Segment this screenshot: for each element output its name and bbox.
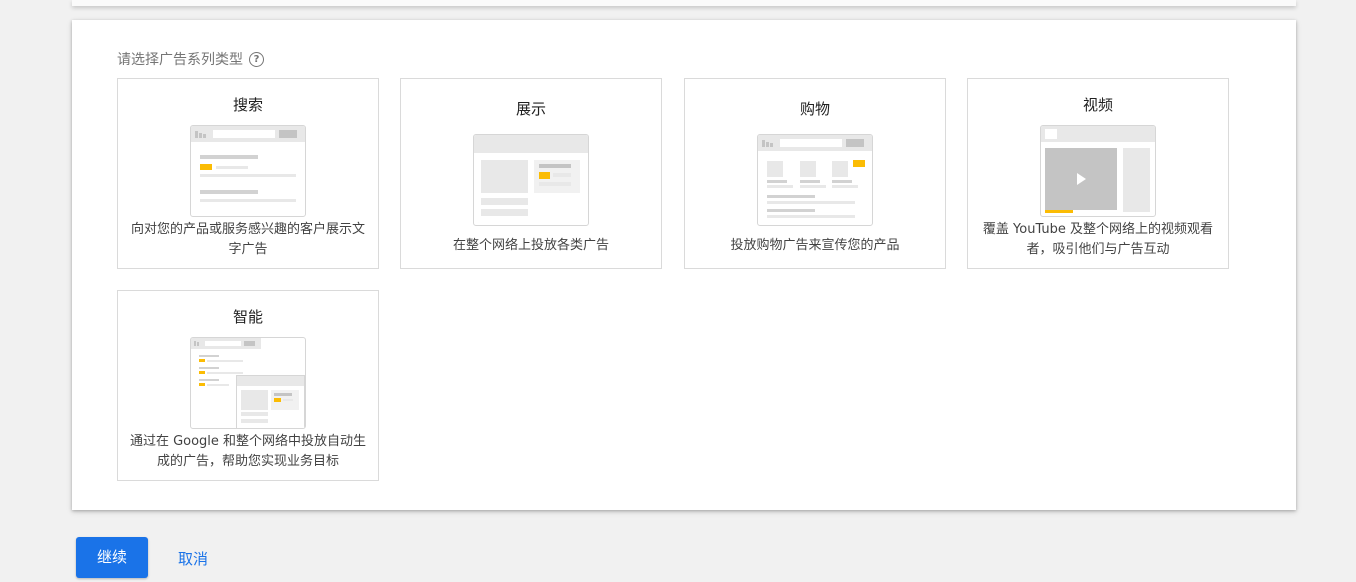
campaign-type-video[interactable]: 视频 覆盖 YouTube 及整个网络上的视频观看者，吸引他们与广告互动 [967,78,1229,269]
shopping-illustration-icon [757,134,873,226]
tile-title-display: 展示 [515,100,546,118]
tile-desc-search: 向对您的产品或服务感兴趣的客户展示文字广告 [130,222,365,257]
campaign-type-display[interactable]: 展示 在整个网络上投放各类广告 [400,78,662,269]
smart-illustration-icon [190,337,306,429]
tile-title-smart: 智能 [232,308,263,326]
previous-card-edge [72,0,1296,6]
cancel-button[interactable]: 取消 [164,537,222,578]
tile-desc-video: 覆盖 YouTube 及整个网络上的视频观看者，吸引他们与广告互动 [982,222,1214,257]
tile-desc-display: 在整个网络上投放各类广告 [452,238,609,253]
campaign-type-shopping[interactable]: 购物 投放购物广告来宣传您的产品 [684,78,946,269]
campaign-type-smart[interactable]: 智能 通过在 Google 和整个网络中投放自动生成的广告，帮助您实现业务目标 [117,290,379,481]
section-label-text: 请选择广告系列类型 [117,52,243,68]
tile-title-search: 搜索 [232,96,263,114]
campaign-type-search[interactable]: 搜索 向对您的产品或服务感兴趣的客户展示文字广告 [117,78,379,269]
continue-button[interactable]: 继续 [76,537,148,578]
tile-title-shopping: 购物 [799,100,830,118]
section-label: 请选择广告系列类型 ? [117,49,264,69]
tile-title-video: 视频 [1082,96,1113,114]
help-icon[interactable]: ? [249,51,264,67]
campaign-type-card: 请选择广告系列类型 ? 搜索 向对您的产品或服务感兴趣的客户展示文字广告 展示 [72,20,1296,510]
tile-desc-smart: 通过在 Google 和整个网络中投放自动生成的广告，帮助您实现业务目标 [129,434,367,469]
search-illustration-icon [190,125,306,217]
display-illustration-icon [473,134,589,226]
tile-desc-shopping: 投放购物广告来宣传您的产品 [730,238,900,253]
video-illustration-icon [1040,125,1156,217]
